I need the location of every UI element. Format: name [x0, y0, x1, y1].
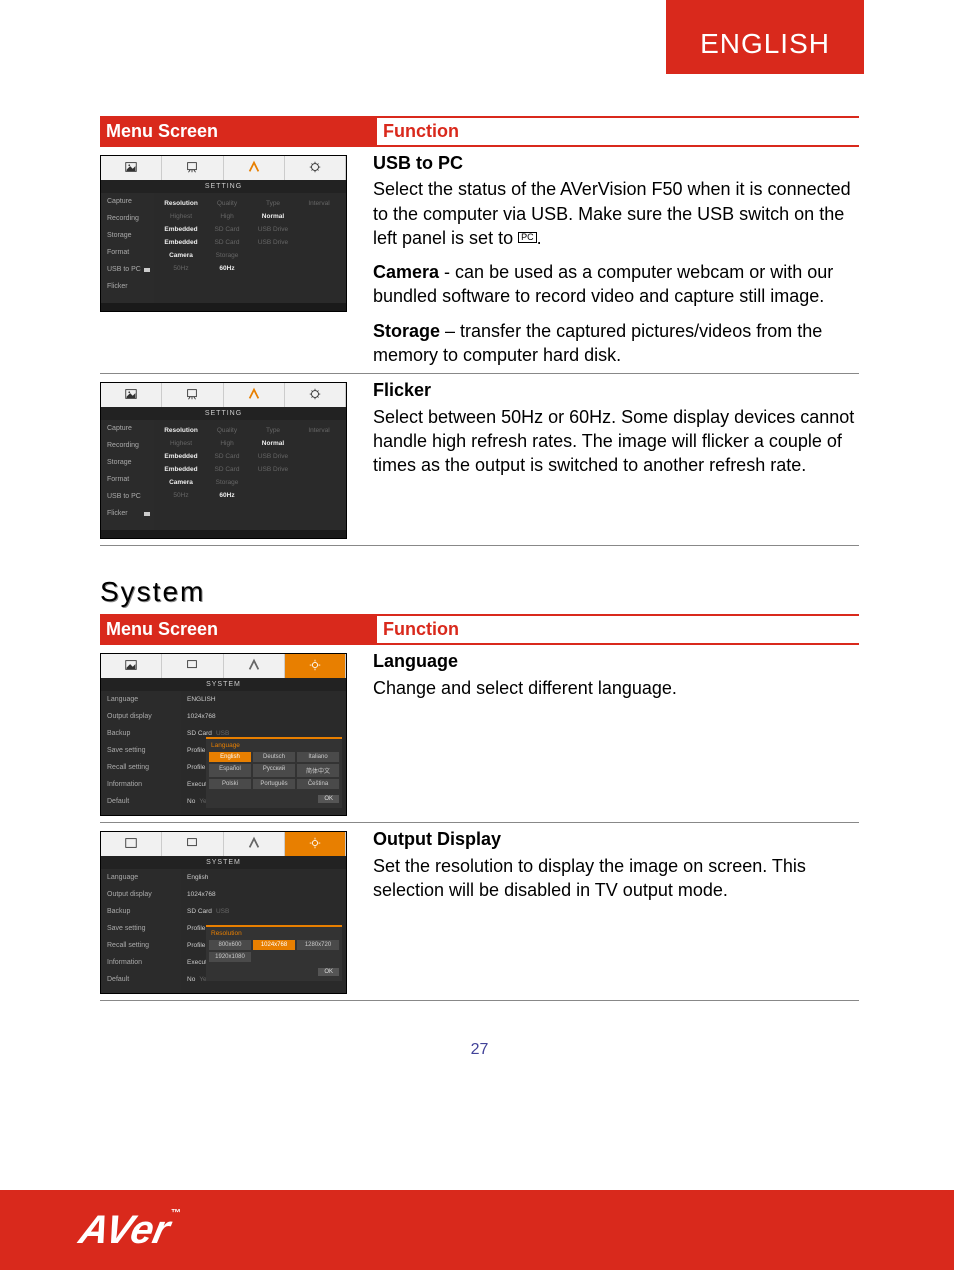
osd-system-output-display: SYSTEM Language Output display Backup Sa… — [100, 831, 347, 994]
table2-row-output-display: SYSTEM Language Output display Backup Sa… — [100, 823, 859, 1001]
table1-row-flicker: SETTING Capture Recording Storage Format… — [100, 374, 859, 546]
osd-subtitle: SETTING — [101, 407, 346, 420]
system-heading: System — [100, 576, 859, 608]
func-title-flicker: Flicker — [373, 378, 859, 402]
osd-side-item: Information — [101, 776, 181, 793]
page-number: 27 — [100, 1041, 859, 1059]
image-tab-icon — [101, 156, 162, 180]
osd-side-item: Language — [101, 869, 181, 886]
image-tab-icon — [101, 383, 162, 407]
table1-col-func: Function — [377, 118, 859, 145]
setting-tab-icon — [224, 156, 285, 180]
presentation-tab-icon — [162, 654, 223, 678]
osd-side-item: Backup — [101, 725, 181, 742]
osd-side-item: Capture — [101, 193, 154, 210]
osd-side-item: Storage — [101, 227, 154, 244]
osd-side-item: Language — [101, 691, 181, 708]
footer-bar: AVer™ — [0, 1190, 954, 1270]
func-title-usb-to-pc: USB to PC — [373, 151, 859, 175]
osd-side-item: USB to PC — [101, 488, 154, 505]
table2-row-language: SYSTEM Language Output display Backup Sa… — [100, 645, 859, 823]
osd-side-item: Output display — [101, 886, 181, 903]
func-text: Storage – transfer the captured pictures… — [373, 319, 859, 368]
table1-col-menu: Menu Screen — [100, 118, 377, 145]
func-title-output-display: Output Display — [373, 827, 859, 851]
osd-side-item: Save setting — [101, 920, 181, 937]
osd-side-item: Information — [101, 954, 181, 971]
presentation-tab-icon — [162, 156, 223, 180]
osd-side-item-selected: USB to PC — [101, 261, 154, 278]
resolution-popup: Resolution 800x600 1024x768 1280x720 192… — [206, 925, 342, 981]
system-tab-icon — [285, 383, 346, 407]
setting-tab-icon — [224, 654, 285, 678]
osd-subtitle: SYSTEM — [101, 856, 346, 869]
func-title-language: Language — [373, 649, 859, 673]
osd-side-item: Save setting — [101, 742, 181, 759]
osd-side-item: Recording — [101, 437, 154, 454]
presentation-tab-icon — [162, 383, 223, 407]
osd-subtitle: SETTING — [101, 180, 346, 193]
osd-side-item: Format — [101, 471, 154, 488]
osd-setting-usb-to-pc: SETTING Capture Recording Storage Format… — [100, 155, 347, 312]
pc-icon: PC — [518, 232, 537, 243]
osd-side-item: Capture — [101, 420, 154, 437]
presentation-tab-icon — [162, 832, 223, 856]
language-popup: Language English Deutsch Italiano Españo… — [206, 737, 342, 808]
func-text: Select the status of the AVerVision F50 … — [373, 177, 859, 250]
osd-side-item: Backup — [101, 903, 181, 920]
aver-logo: AVer™ — [80, 1208, 181, 1253]
osd-side-item: Recording — [101, 210, 154, 227]
setting-tab-icon — [224, 383, 285, 407]
osd-side-item: Output display — [101, 708, 181, 725]
osd-side-item: Storage — [101, 454, 154, 471]
system-tab-icon — [285, 832, 346, 856]
system-tab-icon — [285, 156, 346, 180]
osd-side-item: Recall setting — [101, 759, 181, 776]
system-tab-icon — [285, 654, 346, 678]
table2-col-func: Function — [377, 616, 859, 643]
language-tab: ENGLISH — [666, 0, 864, 74]
osd-side-item: Recall setting — [101, 937, 181, 954]
osd-side-item-selected: Flicker — [101, 505, 154, 522]
setting-tab-icon — [224, 832, 285, 856]
osd-side-item: Default — [101, 793, 181, 810]
osd-side-item: Default — [101, 971, 181, 988]
func-text: Set the resolution to display the image … — [373, 854, 859, 903]
osd-system-language: SYSTEM Language Output display Backup Sa… — [100, 653, 347, 816]
osd-setting-flicker: SETTING Capture Recording Storage Format… — [100, 382, 347, 539]
func-text: Change and select different language. — [373, 676, 859, 700]
func-text: Camera - can be used as a computer webca… — [373, 260, 859, 309]
osd-side-item: Flicker — [101, 278, 154, 295]
table1-header: Menu Screen Function — [100, 116, 859, 147]
osd-subtitle: SYSTEM — [101, 678, 346, 691]
image-tab-icon — [101, 654, 162, 678]
table1-row-usb-to-pc: SETTING Capture Recording Storage Format… — [100, 147, 859, 374]
osd-side-item: Format — [101, 244, 154, 261]
image-tab-icon — [101, 832, 162, 856]
table2-col-menu: Menu Screen — [100, 616, 377, 643]
table2-header: Menu Screen Function — [100, 614, 859, 645]
func-text: Select between 50Hz or 60Hz. Some displa… — [373, 405, 859, 478]
